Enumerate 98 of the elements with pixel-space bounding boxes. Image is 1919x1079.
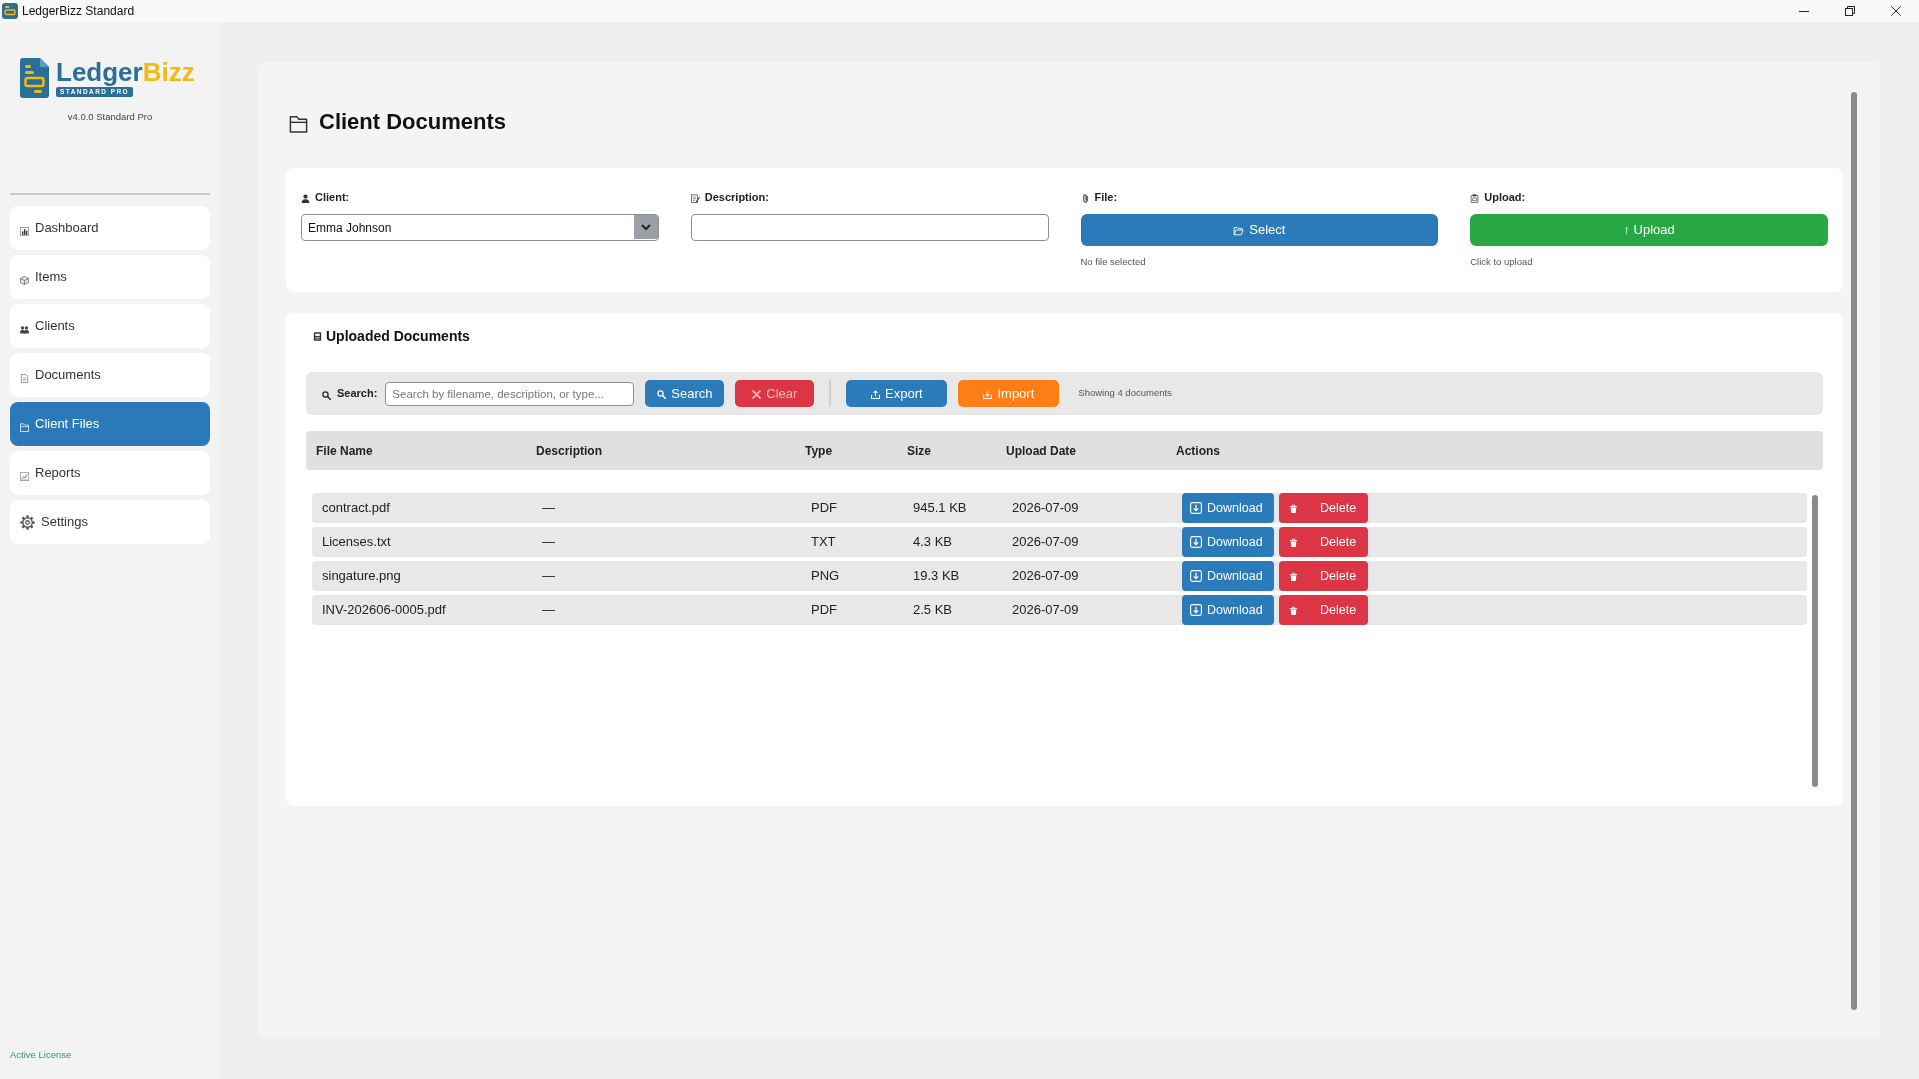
- section-title: Uploaded Documents: [326, 329, 470, 343]
- table-cell-text: 2026-07-09: [1011, 533, 1080, 552]
- description-input[interactable]: [690, 214, 1049, 241]
- trash-icon: [1289, 606, 1298, 616]
- person-icon: [301, 193, 310, 203]
- import-button[interactable]: Import: [958, 380, 1060, 407]
- table-cell-text: —: [541, 601, 556, 620]
- cube-icon: [20, 275, 29, 285]
- result-count: Showing 4 documents: [1078, 386, 1172, 401]
- table-cell-text: 4.3 KB: [912, 533, 954, 552]
- restore-icon: [1845, 6, 1855, 16]
- scrollbar[interactable]: [1812, 495, 1818, 787]
- notebook-icon: [313, 331, 322, 342]
- field-label: Client:: [315, 189, 350, 205]
- sidebar-item[interactable]: Clients: [10, 304, 210, 348]
- search-icon: [322, 390, 331, 400]
- table-cell-text: PDF: [810, 601, 838, 620]
- trash-icon: [1289, 504, 1298, 514]
- delete-button[interactable]: Delete: [1279, 561, 1368, 591]
- memo-icon: [690, 193, 700, 203]
- table-cell-text: 945.1 KB: [912, 499, 968, 518]
- client-select[interactable]: Emma Johnson: [301, 214, 659, 241]
- table-cell-text: Licenses.txt: [321, 533, 392, 552]
- logo-icon: [20, 58, 49, 98]
- table-cell-text: —: [541, 533, 556, 552]
- folder-icon: [1233, 226, 1245, 236]
- table-cell-text: PDF: [810, 499, 838, 518]
- export-button[interactable]: Export: [846, 380, 948, 407]
- search-button[interactable]: Search: [645, 380, 725, 407]
- download-icon: [1190, 570, 1202, 582]
- download-icon: [1190, 604, 1202, 616]
- table-cell-text: 2026-07-09: [1011, 567, 1080, 586]
- trash-icon: [1289, 572, 1298, 582]
- download-button[interactable]: Download: [1182, 527, 1274, 557]
- column-header: Upload Date: [1005, 442, 1077, 460]
- table-cell-text: 19.3 KB: [912, 567, 961, 586]
- file-select-button[interactable]: Select: [1080, 214, 1439, 246]
- trash-icon: [1289, 538, 1298, 548]
- column-header: File Name: [315, 442, 374, 460]
- outbox-icon: [871, 390, 881, 399]
- search-input[interactable]: Search by filename, description, or type...: [385, 381, 635, 406]
- inbox-icon: [983, 390, 993, 399]
- field-label: Description:: [704, 189, 769, 205]
- download-icon: [1190, 536, 1202, 548]
- window-title: LedgerBizz Standard: [22, 3, 135, 20]
- close-icon: [1891, 6, 1901, 16]
- logo-wordmark: LedgerBizz: [56, 58, 195, 86]
- clipboard-icon: [1470, 193, 1480, 203]
- table-cell-text: 2026-07-09: [1011, 499, 1080, 518]
- download-button[interactable]: Download: [1182, 493, 1274, 523]
- version-label: v4.0.0 Standard Pro: [66, 111, 154, 122]
- line-chart-icon: [20, 471, 29, 481]
- search-label: Search:: [337, 386, 378, 402]
- people-icon: [20, 324, 29, 334]
- hint-text: Click to upload: [1470, 256, 1534, 268]
- document-icon: [20, 373, 29, 383]
- table-cell-text: INV-202606-0005.pdf: [321, 601, 447, 620]
- table-cell-text: —: [541, 567, 556, 586]
- license-status: Active License: [10, 1049, 73, 1060]
- delete-button[interactable]: Delete: [1279, 527, 1368, 557]
- chart-icon: [20, 226, 29, 236]
- upload-button[interactable]: ↑ Upload: [1470, 214, 1828, 246]
- download-icon: [1190, 502, 1202, 514]
- table-cell-text: PNG: [810, 567, 841, 586]
- cross-icon: [752, 390, 762, 399]
- download-button[interactable]: Download: [1182, 595, 1274, 625]
- sidebar-item[interactable]: Client Files: [10, 402, 210, 446]
- sidebar-item[interactable]: Dashboard: [10, 206, 210, 250]
- table-cell-text: 2026-07-09: [1011, 601, 1080, 620]
- table-cell-text: TXT: [810, 533, 837, 552]
- folder-icon: [20, 422, 29, 432]
- sidebar-item[interactable]: Items: [10, 255, 210, 299]
- table-cell-text: singature.png: [321, 567, 402, 586]
- column-header: Size: [906, 442, 932, 460]
- app-icon: [2, 3, 18, 19]
- column-header: Type: [804, 442, 834, 460]
- gear-icon: [20, 514, 35, 530]
- download-button[interactable]: Download: [1182, 561, 1274, 591]
- sidebar-item[interactable]: Documents: [10, 353, 210, 397]
- paperclip-icon: [1080, 193, 1090, 203]
- field-label: Upload:: [1484, 189, 1526, 205]
- scrollbar[interactable]: [1851, 92, 1857, 1010]
- table-cell-text: 2.5 KB: [912, 601, 954, 620]
- sidebar-item[interactable]: Settings: [10, 500, 210, 544]
- search-icon: [657, 390, 667, 399]
- delete-button[interactable]: Delete: [1279, 493, 1368, 523]
- chevron-down-icon: [633, 215, 658, 239]
- page-title: Client Documents: [319, 108, 507, 136]
- column-header: Description: [535, 442, 603, 460]
- sidebar-item[interactable]: Reports: [10, 451, 210, 495]
- folder-icon: [289, 115, 308, 133]
- table-cell-text: —: [541, 499, 556, 518]
- table-cell-text: contract.pdf: [321, 499, 391, 518]
- hint-text: No file selected: [1080, 256, 1147, 268]
- minimize-icon: [1799, 10, 1809, 12]
- column-header: Actions: [1175, 442, 1221, 460]
- field-label: File:: [1094, 189, 1118, 205]
- delete-button[interactable]: Delete: [1279, 595, 1368, 625]
